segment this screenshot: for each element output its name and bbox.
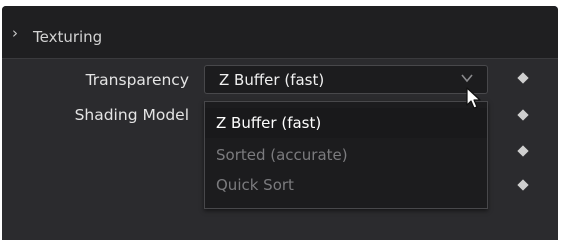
chevron-right-icon[interactable]: › [12,26,18,41]
keyframe-diamond-icon[interactable] [517,179,529,191]
section-title: Texturing [33,28,103,46]
dropdown-option-quick-sort: Quick Sort [216,176,294,194]
section-header-texturing[interactable]: › Texturing [2,6,558,59]
transparency-label: Transparency [85,71,189,89]
inspector-panel: › Texturing Transparency Z Buffer (fast)… [2,6,558,240]
dropdown-option-z-buffer[interactable]: Z Buffer (fast) [205,108,487,138]
transparency-dropdown-menu: Z Buffer (fast) Sorted (accurate) Quick … [204,101,488,209]
chevron-down-icon[interactable] [460,72,474,84]
mouse-pointer-icon [466,87,481,109]
keyframe-diamond-icon[interactable] [517,109,529,121]
dropdown-option-sorted: Sorted (accurate) [216,146,348,164]
keyframe-diamond-icon[interactable] [517,72,529,84]
keyframe-diamond-icon[interactable] [517,145,529,157]
transparency-dropdown[interactable]: Z Buffer (fast) [204,65,488,94]
transparency-selected-value: Z Buffer (fast) [219,71,325,89]
shading-model-label: Shading Model [74,106,189,124]
